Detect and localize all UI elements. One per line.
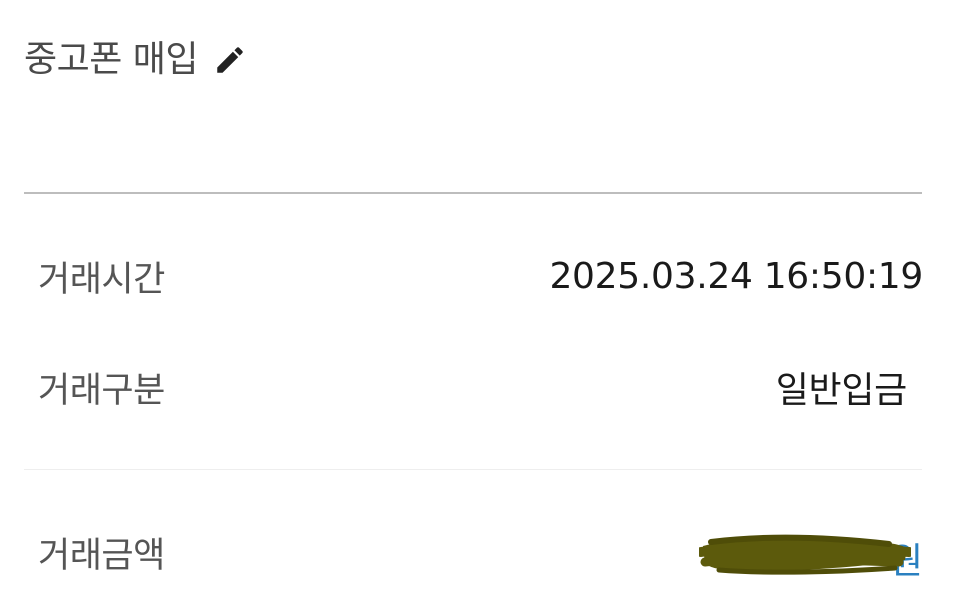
transaction-detail-page: 중고폰 매입 거래시간 2025.03.24 16:50:19 거래구분 일반입… bbox=[0, 0, 960, 602]
memo-title: 중고폰 매입 bbox=[24, 39, 199, 80]
transaction-time-value: 2025.03.24 16:50:19 bbox=[549, 255, 923, 297]
pencil-icon bbox=[217, 47, 243, 73]
redaction-scribble bbox=[699, 534, 911, 575]
transaction-time-label: 거래시간 bbox=[38, 259, 165, 300]
section-divider bbox=[24, 469, 922, 470]
transaction-time-row: 거래시간 2025.03.24 16:50:19 bbox=[38, 248, 923, 304]
transaction-amount-container: 원 bbox=[693, 524, 923, 582]
transaction-amount-row: 거래금액 원 bbox=[38, 524, 923, 582]
transaction-type-label: 거래구분 bbox=[38, 370, 165, 411]
transaction-type-value: 일반입금 bbox=[775, 370, 908, 411]
transaction-type-row: 거래구분 일반입금 bbox=[38, 359, 923, 415]
memo-header: 중고폰 매입 bbox=[24, 34, 250, 86]
transaction-amount-label: 거래금액 bbox=[38, 535, 165, 576]
edit-memo-button[interactable] bbox=[210, 40, 250, 80]
header-divider bbox=[24, 192, 922, 194]
